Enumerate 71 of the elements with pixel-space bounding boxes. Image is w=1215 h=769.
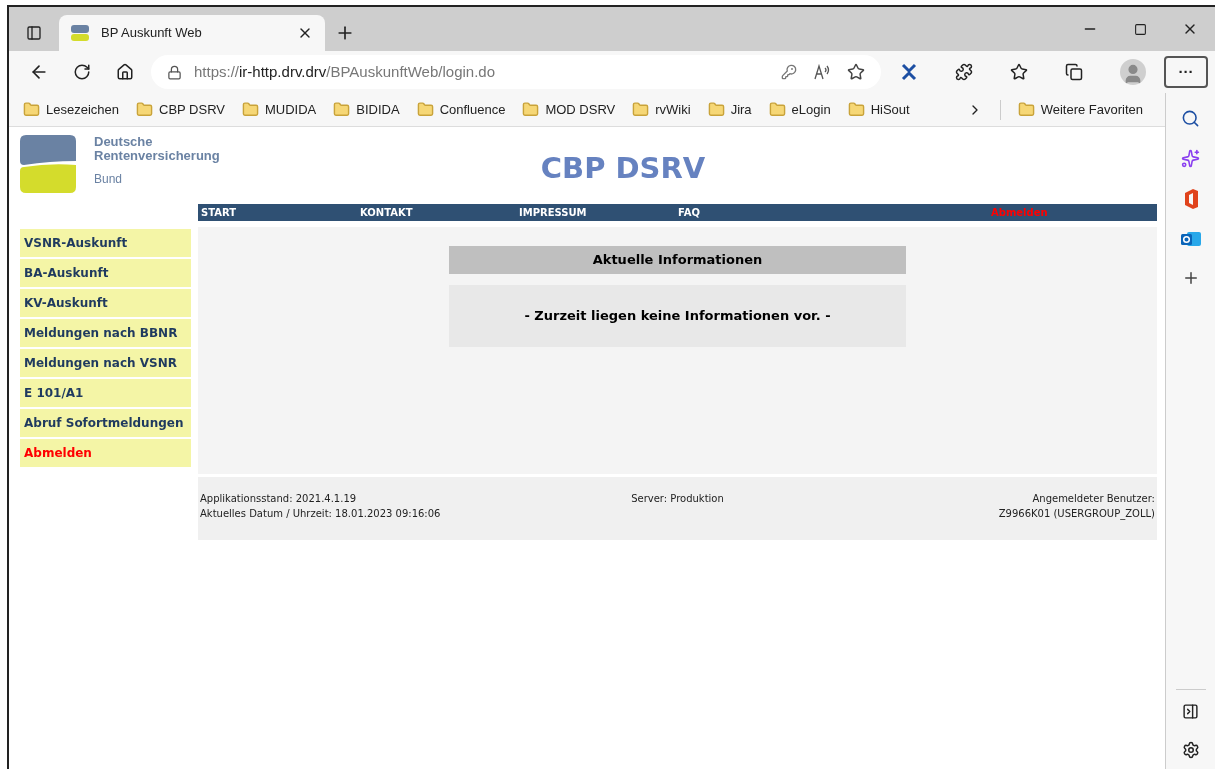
refresh-icon[interactable] bbox=[73, 63, 91, 81]
folder-icon bbox=[1017, 101, 1035, 118]
nav-link[interactable]: KONTAKT bbox=[357, 205, 516, 220]
menu-item[interactable]: Abmelden bbox=[20, 439, 191, 467]
office-icon[interactable] bbox=[1182, 189, 1199, 209]
extension-icon[interactable] bbox=[899, 63, 918, 81]
search-icon[interactable] bbox=[1181, 109, 1200, 128]
folder-icon bbox=[632, 101, 650, 118]
menu-item[interactable]: VSNR-Auskunft bbox=[20, 229, 191, 257]
menu-item[interactable]: Meldungen nach BBNR bbox=[20, 319, 191, 347]
nav-link[interactable]: IMPRESSUM bbox=[516, 205, 675, 220]
tab-actions-icon[interactable] bbox=[26, 25, 42, 41]
bookmark-folder[interactable]: MOD DSRV bbox=[522, 99, 616, 120]
logo-icon bbox=[20, 135, 76, 193]
folder-icon bbox=[23, 101, 40, 118]
info-heading: Aktuelle Informationen bbox=[449, 246, 906, 274]
info-message: - Zurzeit liegen keine Informationen vor. - bbox=[449, 285, 906, 347]
sparkle-icon[interactable] bbox=[1181, 149, 1200, 168]
nav-link[interactable]: START bbox=[198, 205, 357, 220]
folder-icon bbox=[847, 101, 865, 118]
folder-icon bbox=[707, 101, 725, 118]
user-label: Angemeldeter Benutzer: bbox=[1032, 492, 1155, 506]
nav-link[interactable]: FAQ bbox=[675, 205, 834, 220]
read-aloud-icon[interactable] bbox=[813, 64, 831, 80]
settings-icon[interactable] bbox=[1181, 741, 1200, 759]
home-icon[interactable] bbox=[116, 63, 134, 81]
folder-icon bbox=[416, 101, 434, 118]
profile-avatar[interactable] bbox=[1119, 59, 1146, 85]
key-icon[interactable] bbox=[781, 64, 797, 80]
menu-item[interactable]: Meldungen nach VSNR bbox=[20, 349, 191, 377]
url-text: https://ir-http.drv.drv/BPAuskunftWeb/login.do bbox=[194, 61, 496, 82]
bookmark-folder[interactable]: BIDIDA bbox=[333, 99, 400, 120]
page-title: CBP DSRV bbox=[540, 150, 706, 187]
settings-menu-button[interactable]: ··· bbox=[1164, 56, 1208, 88]
browser-tab[interactable]: BP Auskunft Web bbox=[59, 15, 325, 51]
menu-item[interactable]: KV-Auskunft bbox=[20, 289, 191, 317]
datetime-text: Aktuelles Datum / Uhrzeit: 18.01.2023 09:16:06 bbox=[200, 507, 442, 521]
address-bar[interactable]: https://ir-http.drv.drv/BPAuskunftWeb/login.do bbox=[151, 55, 881, 89]
bookmark-folder[interactable]: MUDIDA bbox=[242, 99, 317, 120]
favorites-icon[interactable] bbox=[1009, 63, 1028, 81]
bookmark-folder[interactable]: CBP DSRV bbox=[136, 99, 225, 120]
version-text: Applikationsstand: 2021.4.1.19 bbox=[200, 492, 358, 506]
bookmark-folder[interactable]: Lesezeichen bbox=[23, 99, 119, 120]
logo-text: Bund bbox=[94, 172, 124, 186]
folder-icon bbox=[136, 101, 153, 118]
bookmark-folder[interactable]: eLogin bbox=[768, 99, 831, 120]
menu-item[interactable]: Abruf Sofortmeldungen bbox=[20, 409, 191, 437]
logo-text: Rentenversicherung bbox=[94, 149, 221, 163]
collections-icon[interactable] bbox=[1064, 63, 1083, 81]
bookmark-folder[interactable]: Weitere Favoriten bbox=[1017, 99, 1143, 120]
user-text: Z9966K01 (USERGROUP_ZOLL) bbox=[998, 507, 1155, 521]
maximize-icon[interactable] bbox=[1133, 22, 1147, 36]
logo-text: Deutsche bbox=[94, 135, 154, 149]
folder-icon bbox=[522, 101, 540, 118]
site-logo-icon bbox=[71, 25, 89, 41]
bookmark-folder[interactable]: Confluence bbox=[416, 99, 506, 120]
lock-icon[interactable] bbox=[167, 64, 182, 80]
add-favorite-icon[interactable] bbox=[847, 63, 865, 81]
mail-icon[interactable] bbox=[1180, 230, 1201, 248]
menu-item[interactable]: BA-Auskunft bbox=[20, 259, 191, 287]
bookmark-folder[interactable]: Jira bbox=[707, 99, 752, 120]
folder-icon bbox=[333, 101, 351, 118]
extensions-icon[interactable] bbox=[954, 63, 973, 81]
folder-icon bbox=[768, 101, 786, 118]
bookmark-folder[interactable]: HiSout bbox=[847, 99, 910, 120]
folder-icon bbox=[242, 101, 259, 118]
bookmark-folder[interactable]: rvWiki bbox=[632, 99, 691, 120]
hide-sidebar-icon[interactable] bbox=[1182, 703, 1199, 720]
menu-item[interactable]: E 101/A1 bbox=[20, 379, 191, 407]
tab-title: BP Auskunft Web bbox=[101, 24, 203, 43]
server-text: Server: Produktion bbox=[631, 492, 724, 506]
